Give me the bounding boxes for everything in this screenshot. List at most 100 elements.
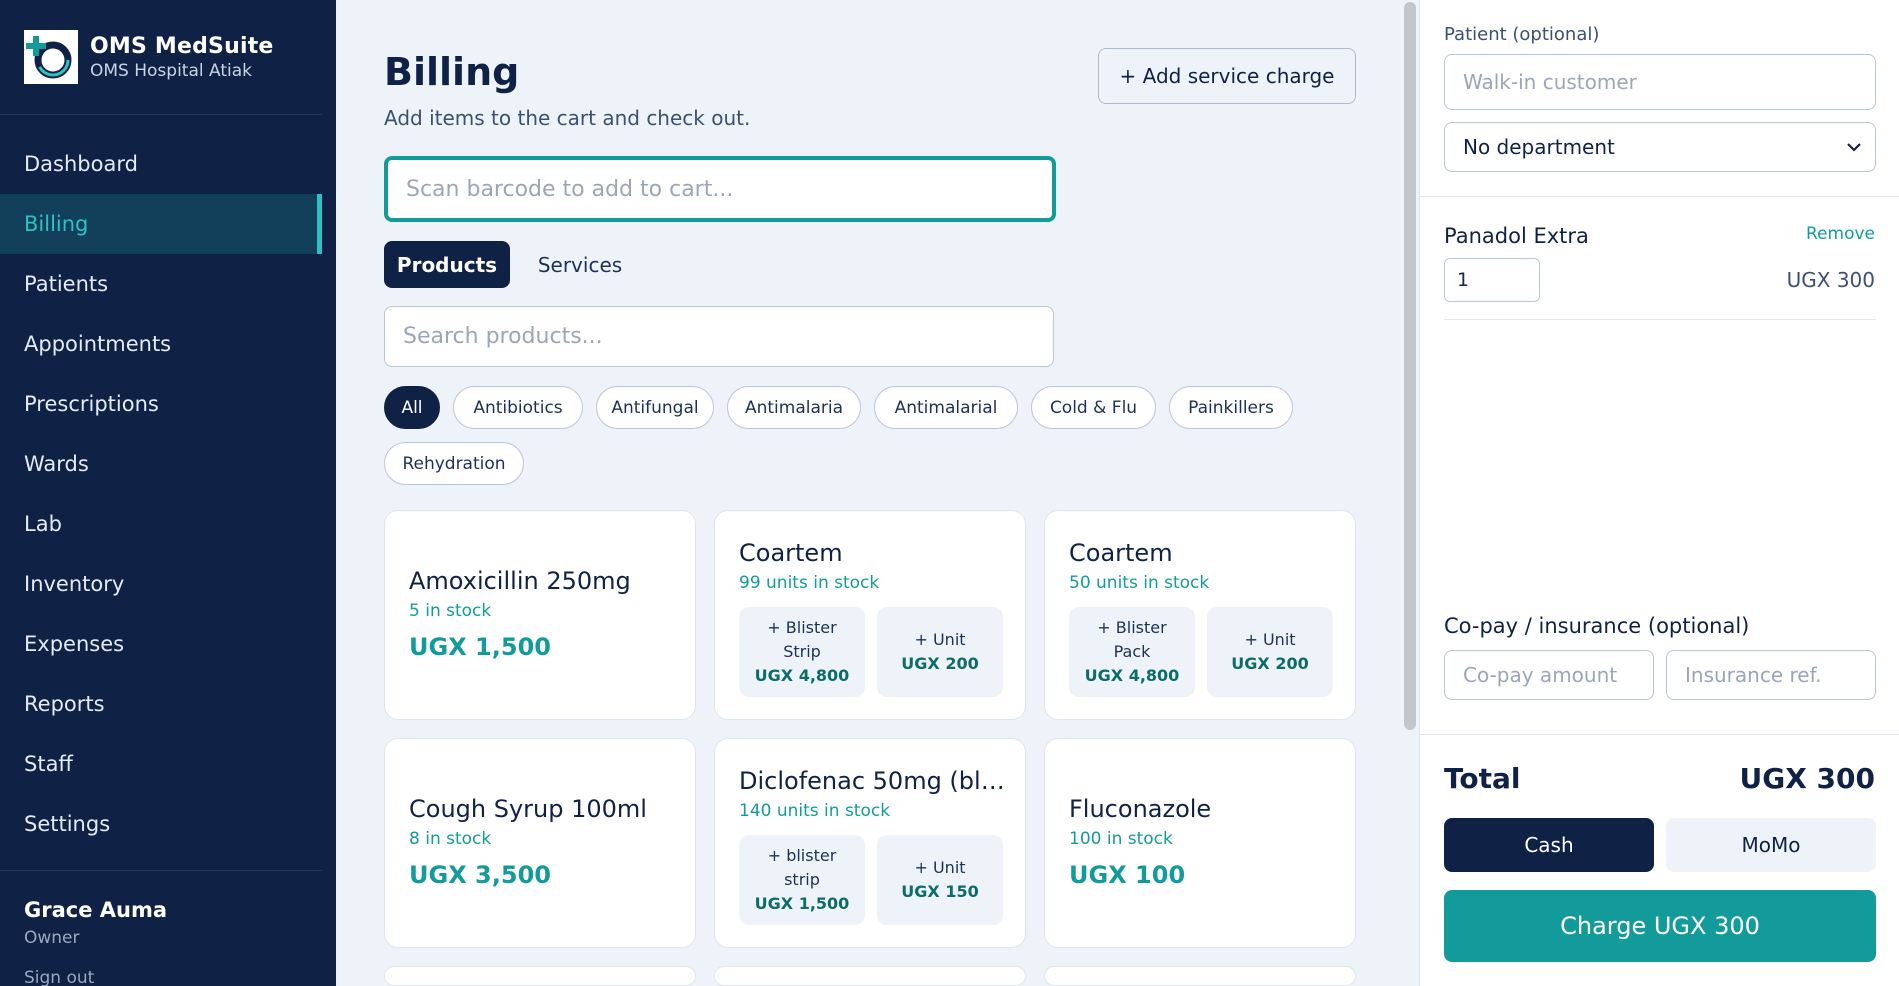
brand[interactable]: OMS MedSuite OMS Hospital Atiak: [24, 30, 274, 84]
tab-products[interactable]: Products: [384, 241, 510, 288]
checkout-panel: Patient (optional) No department Panadol…: [1419, 0, 1899, 986]
divider: [0, 870, 322, 871]
patient-label: Patient (optional): [1444, 24, 1600, 45]
product-card[interactable]: [384, 966, 696, 986]
product-stock: 5 in stock: [409, 601, 492, 621]
unit-label: Pack: [1113, 642, 1151, 661]
remove-item-button[interactable]: Remove: [1806, 224, 1875, 244]
patient-input[interactable]: [1444, 54, 1876, 110]
cash-button[interactable]: Cash: [1444, 818, 1654, 872]
copay-amount-input[interactable]: [1444, 650, 1654, 700]
unit-label: + Blister: [767, 618, 837, 637]
unit-price: UGX 4,800: [1084, 666, 1180, 685]
product-stock: 99 units in stock: [739, 573, 880, 593]
sidebar-item-patients[interactable]: Patients: [0, 254, 322, 314]
product-stock: 140 units in stock: [739, 801, 891, 821]
total-label: Total: [1444, 762, 1521, 795]
category-chip-antimalaria[interactable]: Antimalaria: [727, 386, 861, 429]
category-chip-antibiotics[interactable]: Antibiotics: [453, 386, 583, 429]
add-unit-button[interactable]: + blister strip UGX 1,500: [739, 835, 865, 925]
insurance-ref-input[interactable]: [1666, 650, 1876, 700]
product-card[interactable]: Amoxicillin 250mg 5 in stock UGX 1,500: [384, 510, 696, 720]
sidebar: OMS MedSuite OMS Hospital Atiak Dashboar…: [0, 0, 336, 986]
product-search-input[interactable]: [384, 306, 1054, 367]
unit-label: Strip: [783, 642, 821, 661]
tab-services[interactable]: Services: [520, 241, 640, 288]
sidebar-item-expenses[interactable]: Expenses: [0, 614, 322, 674]
add-unit-button[interactable]: + Unit UGX 200: [877, 607, 1003, 697]
sidebar-item-staff[interactable]: Staff: [0, 734, 322, 794]
logo-icon: [24, 30, 78, 84]
unit-label: + Unit: [914, 630, 966, 649]
department-value: No department: [1463, 135, 1615, 159]
category-chip-antimalarial[interactable]: Antimalarial: [874, 386, 1018, 429]
category-chip-all[interactable]: All: [384, 386, 440, 429]
product-stock: 50 units in stock: [1069, 573, 1210, 593]
product-card[interactable]: Fluconazole 100 in stock UGX 100: [1044, 738, 1356, 948]
add-unit-button[interactable]: + Blister Pack UGX 4,800: [1069, 607, 1195, 697]
unit-price: UGX 200: [1231, 654, 1309, 673]
divider: [1420, 734, 1899, 735]
add-unit-button[interactable]: + Unit UGX 150: [877, 835, 1003, 925]
sidebar-nav: Dashboard Billing Patients Appointments …: [0, 134, 322, 854]
brand-subtitle: OMS Hospital Atiak: [90, 60, 252, 81]
product-name: Cough Syrup 100ml: [409, 795, 647, 823]
unit-price: UGX 150: [901, 882, 979, 901]
unit-label: + Unit: [1244, 630, 1296, 649]
unit-price: UGX 200: [901, 654, 979, 673]
add-unit-button[interactable]: + Blister Strip UGX 4,800: [739, 607, 865, 697]
sidebar-item-reports[interactable]: Reports: [0, 674, 322, 734]
main-content: Billing Add items to the cart and check …: [336, 0, 1401, 986]
category-chip-cold-flu[interactable]: Cold & Flu: [1031, 386, 1156, 429]
momo-button[interactable]: MoMo: [1666, 818, 1876, 872]
scrollbar-thumb[interactable]: [1404, 2, 1416, 730]
cart-item-name: Panadol Extra: [1444, 224, 1589, 248]
category-chip-antifungal[interactable]: Antifungal: [596, 386, 714, 429]
product-card: Coartem 99 units in stock + Blister Stri…: [714, 510, 1026, 720]
product-card: Coartem 50 units in stock + Blister Pack…: [1044, 510, 1356, 720]
sidebar-item-wards[interactable]: Wards: [0, 434, 322, 494]
brand-name: OMS MedSuite: [90, 33, 274, 59]
product-card[interactable]: [714, 966, 1026, 986]
product-name: Fluconazole: [1069, 795, 1212, 823]
product-card[interactable]: [1044, 966, 1356, 986]
sidebar-item-prescriptions[interactable]: Prescriptions: [0, 374, 322, 434]
unit-label: + blister: [767, 846, 837, 865]
product-name: Coartem: [739, 539, 843, 567]
user-name: Grace Auma: [24, 898, 168, 922]
sidebar-item-inventory[interactable]: Inventory: [0, 554, 322, 614]
unit-price: UGX 4,800: [754, 666, 850, 685]
category-chip-rehydration[interactable]: Rehydration: [384, 442, 524, 485]
sidebar-item-billing[interactable]: Billing: [0, 194, 322, 254]
product-name: Coartem: [1069, 539, 1173, 567]
product-stock: 8 in stock: [409, 829, 492, 849]
total-value: UGX 300: [1739, 762, 1875, 795]
category-chip-painkillers[interactable]: Painkillers: [1169, 386, 1293, 429]
sidebar-item-lab[interactable]: Lab: [0, 494, 322, 554]
page-title: Billing: [384, 50, 520, 94]
charge-button[interactable]: Charge UGX 300: [1444, 890, 1876, 962]
sidebar-item-appointments[interactable]: Appointments: [0, 314, 322, 374]
department-select[interactable]: No department: [1444, 122, 1876, 172]
user-role: Owner: [24, 928, 80, 948]
cart-item-price: UGX 300: [1786, 268, 1875, 292]
sidebar-item-dashboard[interactable]: Dashboard: [0, 134, 322, 194]
product-price: UGX 1,500: [409, 633, 551, 661]
add-service-charge-button[interactable]: + Add service charge: [1098, 48, 1356, 104]
product-name: Diclofenac 50mg (blis...: [739, 767, 1009, 795]
sign-out-link[interactable]: Sign out: [24, 968, 94, 986]
product-name: Amoxicillin 250mg: [409, 567, 631, 595]
add-unit-button[interactable]: + Unit UGX 200: [1207, 607, 1333, 697]
sidebar-item-settings[interactable]: Settings: [0, 794, 322, 854]
product-price: UGX 100: [1069, 861, 1186, 889]
barcode-scan-input[interactable]: [384, 156, 1056, 222]
unit-label: + Blister: [1097, 618, 1167, 637]
divider: [0, 114, 322, 115]
product-stock: 100 in stock: [1069, 829, 1173, 849]
quantity-input[interactable]: [1444, 258, 1540, 302]
product-card: Diclofenac 50mg (blis... 140 units in st…: [714, 738, 1026, 948]
divider: [1420, 196, 1899, 197]
unit-label: strip: [784, 870, 820, 889]
unit-price: UGX 1,500: [754, 894, 850, 913]
product-card[interactable]: Cough Syrup 100ml 8 in stock UGX 3,500: [384, 738, 696, 948]
